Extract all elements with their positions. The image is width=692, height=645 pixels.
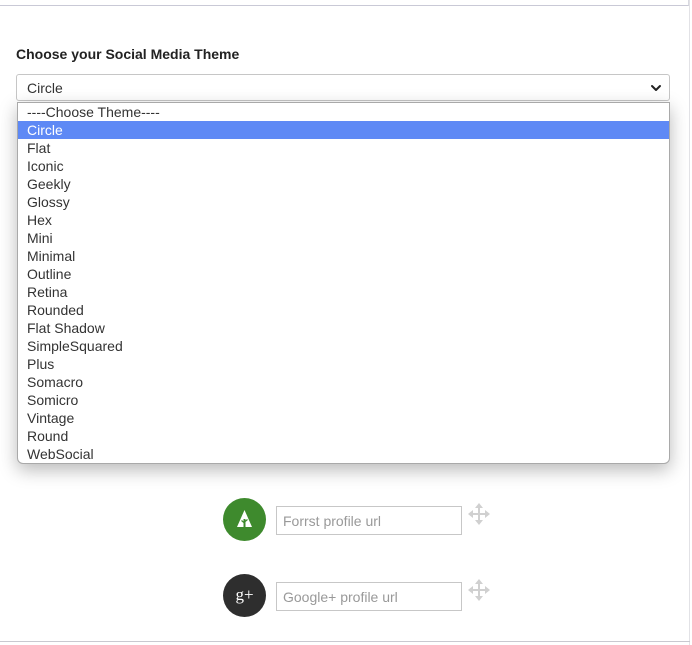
theme-select-value: Circle <box>27 80 63 96</box>
theme-option[interactable]: Flat <box>18 139 669 157</box>
theme-option-selected[interactable]: Circle <box>18 121 669 139</box>
theme-option[interactable]: Glossy <box>18 193 669 211</box>
theme-option[interactable]: WebSocial <box>18 445 669 463</box>
chevron-down-icon <box>651 85 661 91</box>
move-handle-icon[interactable] <box>467 578 491 602</box>
theme-option[interactable]: SimpleSquared <box>18 337 669 355</box>
theme-option[interactable]: Plus <box>18 355 669 373</box>
theme-dropdown-list: ----Choose Theme---- Circle Flat Iconic … <box>17 102 670 464</box>
theme-select[interactable]: Circle <box>16 74 670 101</box>
theme-option[interactable]: Geekly <box>18 175 669 193</box>
theme-option[interactable]: ----Choose Theme---- <box>18 103 669 121</box>
google-plus-icon: g+ <box>235 585 254 604</box>
theme-option[interactable]: Mini <box>18 229 669 247</box>
theme-option[interactable]: Outline <box>18 265 669 283</box>
bottom-divider <box>0 641 690 642</box>
forrst-url-input[interactable] <box>276 506 462 535</box>
google-plus-url-input[interactable] <box>276 582 462 611</box>
theme-option[interactable]: Minimal <box>18 247 669 265</box>
move-handle-icon[interactable] <box>467 502 491 526</box>
theme-option[interactable]: Somicro <box>18 391 669 409</box>
forrst-badge <box>223 498 266 541</box>
right-divider <box>689 0 690 645</box>
google-plus-badge: g+ <box>223 574 266 617</box>
theme-option[interactable]: Round <box>18 427 669 445</box>
theme-option[interactable]: Retina <box>18 283 669 301</box>
theme-option[interactable]: Rounded <box>18 301 669 319</box>
theme-option[interactable]: Somacro <box>18 373 669 391</box>
theme-option[interactable]: Flat Shadow <box>18 319 669 337</box>
top-divider <box>0 0 689 6</box>
forrst-tree-icon <box>237 510 252 530</box>
theme-option[interactable]: Hex <box>18 211 669 229</box>
theme-option[interactable]: Vintage <box>18 409 669 427</box>
theme-option[interactable]: Iconic <box>18 157 669 175</box>
section-title: Choose your Social Media Theme <box>16 46 240 62</box>
